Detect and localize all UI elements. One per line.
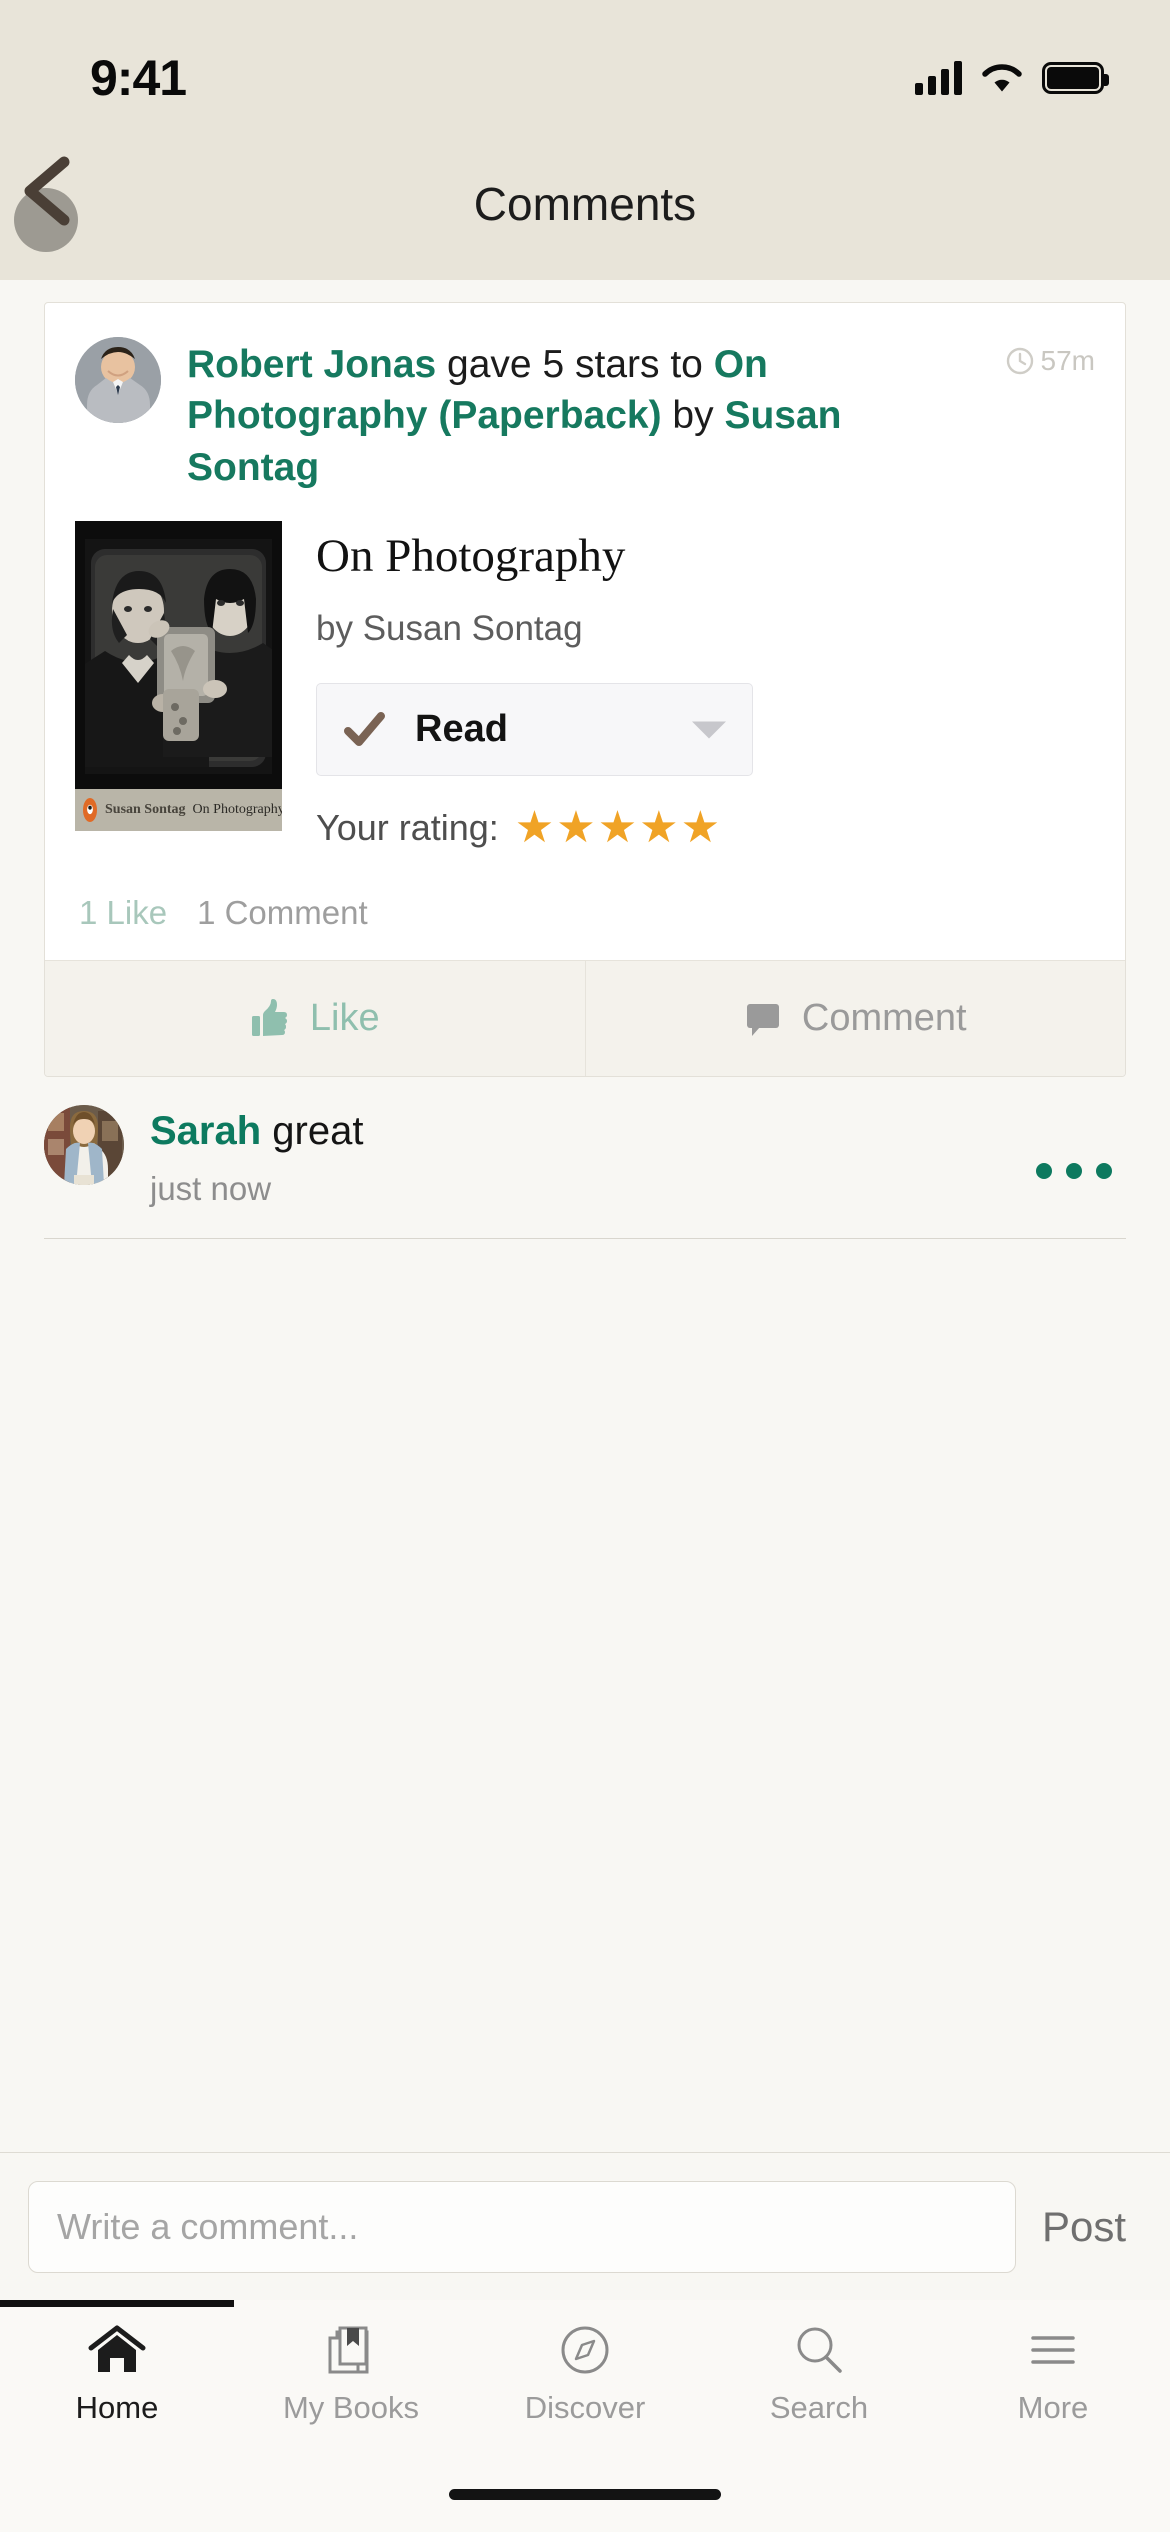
- book-meta: On Photography by Susan Sontag Read Your…: [316, 521, 1095, 850]
- tab-home-label: Home: [75, 2390, 159, 2425]
- status-bar: 9:41: [0, 0, 1170, 128]
- post-action-text: gave 5 stars to: [436, 343, 714, 386]
- robert-jonas-avatar-image: [75, 337, 161, 423]
- navigation-bar: Comments: [0, 128, 1170, 280]
- book-cover-photo: [85, 539, 272, 775]
- comment-button[interactable]: Comment: [584, 961, 1126, 1077]
- post-headline: Robert Jonas gave 5 stars to On Photogra…: [187, 337, 887, 493]
- post-timestamp-label: 57m: [1040, 345, 1095, 376]
- book-block: Susan Sontag On Photography On Photograp…: [45, 499, 1125, 860]
- comment-line: Sarah great: [150, 1109, 363, 1154]
- likes-count[interactable]: 1 Like: [79, 894, 167, 932]
- tab-bar: Home My Books Discover Search More: [0, 2300, 1170, 2448]
- like-button-label: Like: [309, 997, 380, 1040]
- post-counts-row: 1 Like 1 Comment: [45, 860, 1125, 960]
- speech-bubble-icon: [746, 1003, 779, 1036]
- comment-button-label: Comment: [801, 997, 967, 1040]
- list-item: Sarah great just now: [44, 1105, 1126, 1240]
- tab-search-label: Search: [769, 2390, 869, 2425]
- star-icon-4[interactable]: ★: [639, 806, 678, 850]
- shelf-status-dropdown[interactable]: Read: [316, 683, 753, 777]
- post-card: Robert Jonas gave 5 stars to On Photogra…: [44, 302, 1126, 1078]
- home-icon: [88, 2322, 146, 2378]
- tab-more-label: More: [1017, 2390, 1089, 2425]
- book-author: by Susan Sontag: [316, 609, 583, 649]
- hamburger-menu-icon: [1025, 2322, 1081, 2378]
- cellular-signal-icon: [915, 61, 962, 95]
- comment-composer: Post: [0, 2152, 1170, 2300]
- star-icon-3[interactable]: ★: [598, 806, 637, 850]
- star-icon-1[interactable]: ★: [515, 806, 554, 850]
- thumbs-up-icon: [251, 998, 287, 1036]
- cover-band-author: Susan Sontag: [105, 802, 186, 818]
- your-rating-row: Your rating: ★ ★ ★ ★ ★: [316, 806, 1095, 850]
- tab-more[interactable]: More: [936, 2300, 1170, 2448]
- sarah-avatar-image: [44, 1105, 124, 1186]
- like-button[interactable]: Like: [45, 961, 585, 1076]
- comment-timestamp: just now: [150, 1170, 272, 1208]
- book-cover-band-text: Susan Sontag On Photography: [105, 802, 282, 818]
- tab-my-books[interactable]: My Books: [234, 2300, 468, 2448]
- star-icon-2[interactable]: ★: [556, 806, 595, 850]
- magnifier-icon: [791, 2322, 847, 2378]
- check-icon: [344, 711, 385, 746]
- comment-text: great: [272, 1109, 364, 1154]
- clock-icon: [1006, 347, 1033, 375]
- battery-icon: [1042, 62, 1109, 94]
- avatar[interactable]: [44, 1105, 124, 1186]
- content-scroll-area[interactable]: Robert Jonas gave 5 stars to On Photogra…: [0, 280, 1170, 2200]
- chevron-down-icon: [692, 721, 726, 739]
- penguin-logo-icon: [83, 798, 97, 823]
- compass-icon: [557, 2322, 613, 2378]
- status-time: 9:41: [90, 50, 187, 106]
- on-photography-book-cover[interactable]: Susan Sontag On Photography: [75, 521, 282, 832]
- page-title: Comments: [473, 178, 697, 230]
- post-header: Robert Jonas gave 5 stars to On Photogra…: [45, 303, 1125, 499]
- home-indicator: [449, 2489, 721, 2500]
- back-button[interactable]: [4, 136, 124, 256]
- books-bookmark-icon: [323, 2322, 379, 2378]
- avatar[interactable]: [75, 337, 161, 423]
- shelf-status-label: Read: [415, 708, 508, 751]
- comment-author[interactable]: Sarah: [150, 1109, 261, 1153]
- post-timestamp: 57m: [1006, 345, 1095, 377]
- cover-band-title: On Photography: [192, 802, 282, 818]
- post-actions-row: Like Comment: [45, 960, 1126, 1077]
- post-button[interactable]: Post: [1034, 2203, 1142, 2251]
- rating-label: Your rating:: [316, 807, 499, 849]
- tab-discover[interactable]: Discover: [468, 2300, 702, 2448]
- comment-body: Sarah great just now: [150, 1105, 363, 1208]
- tab-home[interactable]: Home: [0, 2300, 234, 2448]
- status-icons: [915, 61, 1109, 95]
- book-cover-publisher-band: Susan Sontag On Photography: [75, 789, 282, 832]
- book-title[interactable]: On Photography: [316, 531, 1095, 583]
- tab-discover-label: Discover: [524, 2390, 646, 2425]
- tab-my-books-label: My Books: [282, 2390, 420, 2425]
- star-icon-5[interactable]: ★: [681, 806, 720, 850]
- tab-search[interactable]: Search: [702, 2300, 936, 2448]
- back-chevron-icon: [24, 156, 70, 226]
- comments-count[interactable]: 1 Comment: [197, 894, 368, 932]
- more-options-icon[interactable]: [1036, 1163, 1112, 1180]
- comment-input[interactable]: [28, 2180, 1016, 2273]
- post-actor-link[interactable]: Robert Jonas: [187, 343, 436, 386]
- post-by-text: by: [661, 394, 725, 438]
- wifi-icon: [982, 64, 1022, 92]
